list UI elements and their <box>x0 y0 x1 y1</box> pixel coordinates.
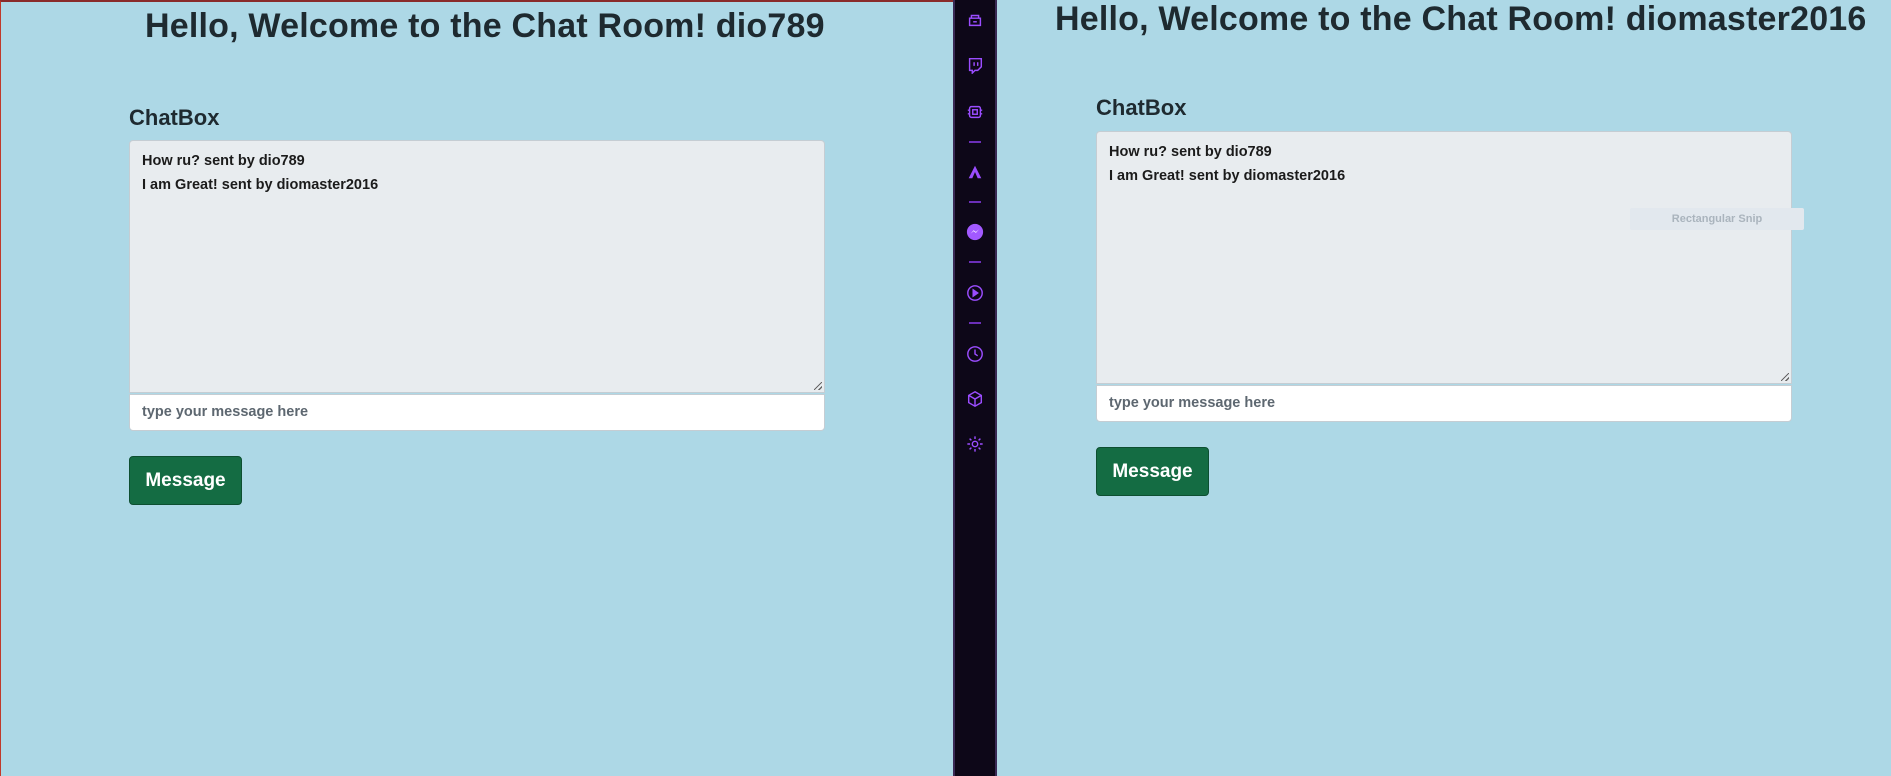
chat-log-textarea[interactable]: How ru? sent by dio789 I am Great! sent … <box>129 140 825 393</box>
snip-overlay-hint: Rectangular Snip <box>1630 208 1804 230</box>
right-chat-window: Hello, Welcome to the Chat Room! diomast… <box>997 0 1891 776</box>
sidebar-separator <box>969 322 981 324</box>
message-input[interactable]: type your message here <box>1096 385 1792 422</box>
chat-message: How ru? sent by dio789 <box>142 153 305 169</box>
sidebar-separator <box>969 141 981 143</box>
sidebar-separator <box>969 261 981 263</box>
resize-handle[interactable] <box>1781 373 1789 381</box>
message-input[interactable]: type your message here <box>129 394 825 431</box>
chat-log-textarea[interactable]: How ru? sent by dio789 I am Great! sent … <box>1096 131 1804 384</box>
gear-icon[interactable] <box>965 434 985 454</box>
message-button[interactable]: Message <box>1096 447 1209 496</box>
app-sidebar <box>953 0 997 776</box>
messenger-icon[interactable] <box>965 222 985 242</box>
sidebar-separator <box>969 201 981 203</box>
cube-icon[interactable] <box>965 389 985 409</box>
store-icon[interactable] <box>965 10 985 30</box>
chat-message: How ru? sent by dio789 <box>1109 144 1272 160</box>
chatbox-label: ChatBox <box>1096 95 1187 120</box>
arc-icon[interactable] <box>965 162 985 182</box>
chatbox-label: ChatBox <box>129 105 220 130</box>
screen: Hello, Welcome to the Chat Room! dio789 … <box>0 0 1891 776</box>
page-title: Hello, Welcome to the Chat Room! diomast… <box>1055 0 1867 38</box>
chip-icon[interactable] <box>965 102 985 122</box>
clock-icon[interactable] <box>965 344 985 364</box>
chat-message: I am Great! sent by diomaster2016 <box>1109 168 1346 184</box>
left-chat-window: Hello, Welcome to the Chat Room! dio789 … <box>0 0 953 776</box>
page-title: Hello, Welcome to the Chat Room! dio789 <box>145 7 825 45</box>
twitch-icon[interactable] <box>965 55 985 75</box>
resize-handle[interactable] <box>814 382 822 390</box>
play-icon[interactable] <box>965 283 985 303</box>
message-button[interactable]: Message <box>129 456 242 505</box>
chat-message: I am Great! sent by diomaster2016 <box>142 177 379 193</box>
